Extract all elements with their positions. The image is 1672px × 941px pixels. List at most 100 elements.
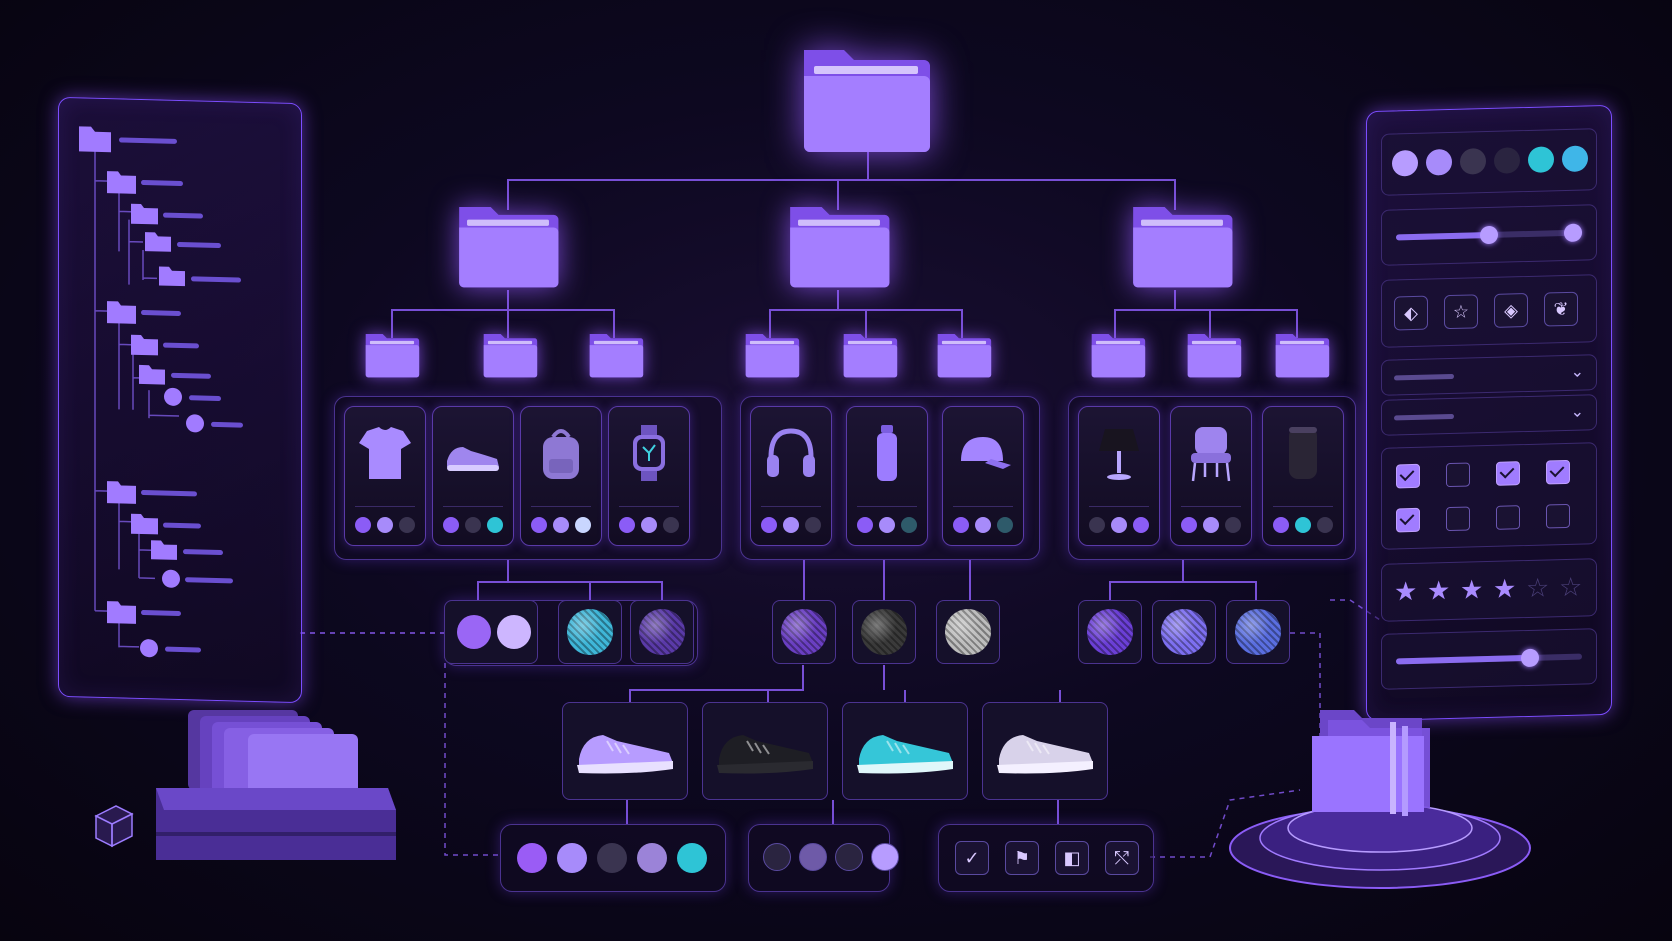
color-swatch[interactable]: [879, 517, 895, 533]
material-texture[interactable]: [936, 600, 1000, 664]
color-swatch[interactable]: [901, 517, 917, 533]
star-icon[interactable]: ☆: [1444, 294, 1478, 330]
subfolder-icon[interactable]: [1274, 330, 1330, 378]
checkbox[interactable]: [1546, 503, 1570, 529]
color-swatch[interactable]: [517, 843, 547, 873]
material-texture[interactable]: [772, 600, 836, 664]
radio-option[interactable]: [835, 843, 863, 871]
color-swatch[interactable]: [1181, 517, 1197, 533]
dropdown-2[interactable]: ⌄: [1381, 394, 1597, 436]
color-swatch[interactable]: [997, 517, 1013, 533]
share-icon[interactable]: ⤲: [1105, 841, 1139, 875]
shoe-variant-card[interactable]: [982, 702, 1108, 800]
category-folder-icon[interactable]: [787, 200, 891, 288]
color-swatch[interactable]: [619, 517, 635, 533]
subfolder-icon[interactable]: [936, 330, 992, 378]
color-swatch[interactable]: [641, 517, 657, 533]
category-folder-icon[interactable]: [1130, 200, 1234, 288]
color-swatch[interactable]: [1392, 149, 1418, 177]
color-swatch[interactable]: [1111, 517, 1127, 533]
material-texture[interactable]: [1226, 600, 1290, 664]
color-swatch[interactable]: [1295, 517, 1311, 533]
color-swatch[interactable]: [1562, 145, 1588, 173]
color-swatch[interactable]: [1317, 517, 1333, 533]
color-swatch[interactable]: [399, 517, 415, 533]
product-card[interactable]: [520, 406, 602, 546]
star-icon[interactable]: ★: [1394, 577, 1417, 608]
color-swatch[interactable]: [663, 517, 679, 533]
color-swatch[interactable]: [465, 517, 481, 533]
color-swatch[interactable]: [377, 517, 393, 533]
material-texture[interactable]: [1152, 600, 1216, 664]
radio-option[interactable]: [763, 843, 791, 871]
shoe-variant-card[interactable]: [842, 702, 968, 800]
color-swatch[interactable]: [677, 843, 707, 873]
toggle-icon[interactable]: ◧: [1055, 841, 1089, 875]
shoe-variant-card[interactable]: [562, 702, 688, 800]
color-swatch[interactable]: [557, 843, 587, 873]
product-card[interactable]: [846, 406, 928, 546]
tag-icon[interactable]: ⬖: [1394, 295, 1428, 331]
checkbox[interactable]: [1496, 505, 1520, 530]
color-swatch[interactable]: [1133, 517, 1149, 533]
color-pair-swatch[interactable]: [444, 600, 538, 664]
product-card[interactable]: [1078, 406, 1160, 546]
product-card[interactable]: [942, 406, 1024, 546]
color-swatch[interactable]: [1089, 517, 1105, 533]
flag-icon[interactable]: ⚑: [1005, 841, 1039, 875]
root-folder-icon[interactable]: [800, 42, 932, 152]
subfolder-icon[interactable]: [364, 330, 420, 378]
color-swatch[interactable]: [1273, 517, 1289, 533]
check-icon[interactable]: ✓: [955, 841, 989, 875]
color-swatch[interactable]: [857, 517, 873, 533]
color-swatch[interactable]: [1528, 146, 1554, 173]
color-swatch[interactable]: [637, 843, 667, 873]
star-icon[interactable]: ☆: [1559, 573, 1582, 604]
material-texture[interactable]: [630, 600, 694, 664]
color-swatch[interactable]: [1460, 148, 1486, 175]
color-swatch[interactable]: [443, 517, 459, 533]
subfolder-icon[interactable]: [1186, 330, 1242, 378]
product-card[interactable]: [750, 406, 832, 546]
color-swatch[interactable]: [1203, 517, 1219, 533]
color-swatch[interactable]: [783, 517, 799, 533]
color-swatch[interactable]: [355, 517, 371, 533]
checkbox[interactable]: [1496, 461, 1520, 486]
subfolder-icon[interactable]: [588, 330, 644, 378]
category-folder-icon[interactable]: [456, 200, 560, 288]
checkbox[interactable]: [1396, 507, 1420, 533]
color-swatch[interactable]: [1225, 517, 1241, 533]
color-swatch[interactable]: [1494, 147, 1520, 174]
material-texture[interactable]: [1078, 600, 1142, 664]
star-icon[interactable]: ★: [1493, 574, 1516, 605]
checkbox[interactable]: [1446, 462, 1470, 488]
product-card[interactable]: [432, 406, 514, 546]
star-icon[interactable]: ★: [1427, 576, 1450, 607]
slider-thumb[interactable]: [1480, 225, 1498, 245]
color-swatch[interactable]: [1426, 148, 1452, 176]
radio-option[interactable]: [871, 843, 899, 871]
slider-thumb[interactable]: [1520, 648, 1539, 668]
dropdown-1[interactable]: ⌄: [1381, 354, 1597, 396]
material-texture[interactable]: [558, 600, 622, 664]
shoe-variant-card[interactable]: [702, 702, 828, 800]
subfolder-icon[interactable]: [482, 330, 538, 378]
subfolder-icon[interactable]: [1090, 330, 1146, 378]
product-card[interactable]: [344, 406, 426, 546]
color-swatch[interactable]: [575, 517, 591, 533]
checkbox[interactable]: [1396, 463, 1420, 489]
star-icon[interactable]: ★: [1460, 575, 1483, 606]
color-swatch[interactable]: [487, 517, 503, 533]
color-swatch[interactable]: [761, 517, 777, 533]
color-swatch[interactable]: [597, 843, 627, 873]
checkbox[interactable]: [1546, 459, 1570, 485]
checkbox[interactable]: [1446, 506, 1470, 532]
color-swatch[interactable]: [953, 517, 969, 533]
color-swatch[interactable]: [805, 517, 821, 533]
slider-thumb[interactable]: [1563, 223, 1582, 243]
star-icon[interactable]: ☆: [1526, 573, 1549, 604]
star-rating[interactable]: ★ ★ ★ ★ ☆ ☆: [1381, 558, 1597, 622]
color-swatch[interactable]: [975, 517, 991, 533]
product-card[interactable]: [1170, 406, 1252, 546]
color-swatch[interactable]: [553, 517, 569, 533]
